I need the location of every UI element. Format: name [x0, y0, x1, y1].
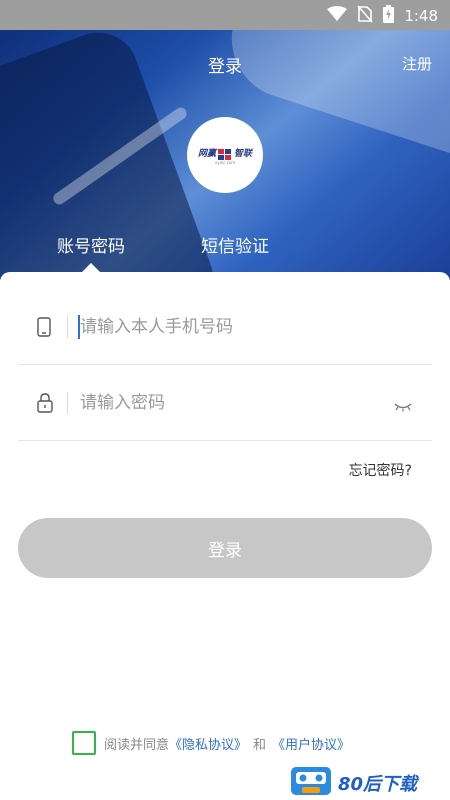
battery-charging-icon: [383, 5, 395, 27]
lock-icon: [37, 393, 53, 417]
agreement-row: 阅读并同意 《隐私协议》 和 《用户协议》: [72, 731, 350, 755]
page-title: 登录: [208, 57, 242, 77]
status-bar: 1:48: [0, 0, 450, 30]
wifi-icon: [327, 6, 348, 26]
app-logo: 网赢 智联 vyaic.com: [187, 117, 263, 193]
eye-closed-icon[interactable]: [394, 397, 412, 416]
no-sim-icon: [357, 5, 373, 27]
logo-word-right: 智联: [234, 148, 253, 159]
password-field: [18, 365, 432, 441]
agreement-prefix: 阅读并同意: [104, 737, 170, 753]
watermark-text: 80后下载: [338, 774, 418, 795]
logo-mark-icon: [218, 146, 232, 160]
user-agreement-link[interactable]: 《用户协议》: [272, 734, 350, 753]
phone-icon: [37, 317, 51, 341]
cassette-icon: [290, 766, 332, 800]
phone-field: [18, 289, 432, 365]
tab-account-password[interactable]: 账号密码: [57, 232, 125, 257]
login-button[interactable]: 登录: [18, 518, 432, 578]
register-link[interactable]: 注册: [402, 53, 432, 74]
field-divider: [67, 316, 68, 338]
password-input[interactable]: [80, 387, 380, 419]
active-tab-indicator: [82, 263, 100, 272]
tab-sms-verify[interactable]: 短信验证: [201, 232, 269, 257]
phone-input[interactable]: [80, 311, 380, 343]
logo-word-left: 网赢: [197, 148, 216, 159]
status-time: 1:48: [404, 7, 438, 25]
forgot-password-link[interactable]: 忘记密码?: [349, 460, 412, 480]
watermark: 80后下载: [290, 766, 417, 800]
field-divider: [67, 392, 68, 414]
privacy-policy-link[interactable]: 《隐私协议》: [169, 734, 247, 753]
agreement-and: 和: [253, 737, 267, 753]
agree-checkbox[interactable]: [72, 731, 96, 755]
